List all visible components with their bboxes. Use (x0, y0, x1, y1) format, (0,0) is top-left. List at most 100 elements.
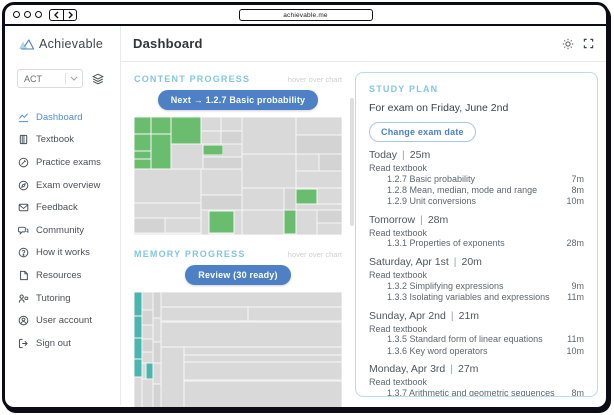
user-circle-icon (18, 315, 29, 326)
study-day-title: Saturday, Apr 1st|20m (369, 257, 584, 268)
study-day-title: Today|25m (369, 150, 584, 161)
task-duration: 10m (566, 197, 584, 207)
layers-icon[interactable] (92, 73, 104, 85)
divider (65, 73, 66, 84)
treemap-cell (184, 355, 342, 362)
url-bar[interactable]: achievable.me (239, 9, 373, 21)
task-item[interactable]: 1.3.2 Simplifying expressions9m (369, 282, 584, 292)
sidebar-item-how-it-works[interactable]: How it works (5, 242, 120, 265)
task-duration: 8m (571, 186, 584, 196)
scrollbar-thumb[interactable] (350, 98, 354, 226)
sidebar: Achievable ACT Dashboard (5, 26, 121, 405)
treemap-cell (203, 145, 224, 154)
study-day: Tomorrow|28mRead textbook1.3.1 Propertie… (369, 215, 584, 249)
treemap-cell (161, 347, 184, 410)
treemap-cell (284, 188, 296, 210)
task-item[interactable]: 1.3.3 Isolating variables and expression… (369, 293, 584, 303)
task-label: 1.2.7 Basic probability (387, 175, 475, 185)
treemap-cell (296, 210, 317, 235)
task-item[interactable]: 1.2.7 Basic probability7m (369, 175, 584, 185)
window-control-dot[interactable] (35, 11, 42, 18)
treemap-cell (134, 316, 142, 338)
task-item[interactable]: 1.3.1 Properties of exponents28m (369, 239, 584, 249)
window-control-dot[interactable] (13, 11, 20, 18)
day-total-duration: 20m (462, 256, 482, 268)
sidebar-item-community[interactable]: Community (5, 219, 120, 242)
app: Achievable ACT Dashboard (5, 26, 606, 405)
sidebar-item-user-account[interactable]: User account (5, 309, 120, 332)
theme-toggle-icon[interactable] (562, 38, 574, 50)
book-icon (18, 134, 29, 145)
task-item[interactable]: 1.2.8 Mean, median, mode and range 8m (369, 186, 584, 196)
sidebar-item-dashboard[interactable]: Dashboard (5, 106, 120, 129)
study-plan-title: STUDY PLAN (369, 84, 584, 94)
treemap-cell (171, 144, 202, 169)
back-button[interactable] (50, 10, 63, 20)
content-progress-title: CONTENT PROGRESS (134, 74, 250, 84)
treemap-cell (134, 169, 201, 203)
task-label: 1.2.8 Mean, median, mode and range (387, 186, 537, 196)
task-label: 1.2.9 Unit conversions (387, 197, 476, 207)
sidebar-item-label: Dashboard (36, 112, 82, 123)
sidebar-item-textbook[interactable]: Textbook (5, 129, 120, 152)
next-lesson-button[interactable]: Next → 1.2.7 Basic probability (158, 90, 319, 110)
task-label: 1.3.7 Arithmetic and geometric sequences (387, 389, 555, 397)
treemap-cell (134, 151, 151, 159)
treemap-cell (134, 203, 201, 218)
task-item[interactable]: 1.3.6 Key word operators10m (369, 347, 584, 357)
sidebar-item-tutoring[interactable]: Tutoring (5, 287, 120, 310)
task-item[interactable]: 1.3.5 Standard form of linear equations1… (369, 335, 584, 345)
sidebar-item-label: Feedback (36, 202, 78, 213)
treemap-cell (142, 339, 152, 352)
treemap-cell (296, 154, 319, 172)
content-progress-treemap[interactable] (134, 117, 342, 235)
treemap-cell (184, 381, 342, 411)
course-select-value: ACT (24, 74, 42, 84)
study-day: Sunday, Apr 2nd|21mRead textbook1.3.5 St… (369, 311, 584, 357)
sidebar-item-exam-overview[interactable]: Exam overview (5, 174, 120, 197)
treemap-cell (142, 310, 152, 325)
study-day: Saturday, Apr 1st|20m Read textbook 1.3.2 … (369, 257, 584, 303)
content-progress-header: CONTENT PROGRESS hover over chart (134, 74, 342, 84)
treemap-cell (134, 134, 151, 152)
task-group-label: Read textbook (369, 324, 584, 334)
day-name: Monday, Apr 3rd (369, 363, 445, 375)
treemap-cell (242, 154, 296, 188)
treemap-cell (248, 307, 342, 321)
treemap-cell (234, 210, 242, 235)
sidebar-item-feedback[interactable]: Feedback (5, 196, 120, 219)
treemap-cell (184, 347, 342, 354)
day-name: Today (369, 149, 397, 161)
next-button-row: Next → 1.2.7 Basic probability (134, 90, 342, 110)
review-button[interactable]: Review (30 ready) (185, 265, 290, 285)
sidebar-item-practice-exams[interactable]: Practice exams (5, 151, 120, 174)
chat-bubbles-icon (18, 225, 29, 236)
memory-progress-treemap[interactable] (134, 292, 342, 410)
logo[interactable]: Achievable (5, 26, 120, 62)
treemap-cell (153, 292, 161, 318)
day-total-duration: 27m (458, 363, 478, 375)
logo-text: Achievable (39, 37, 103, 51)
course-select[interactable]: ACT (17, 69, 83, 88)
day-separator: | (420, 214, 423, 226)
sidebar-item-resources[interactable]: Resources (5, 264, 120, 287)
task-group-label: Read textbook (369, 270, 584, 280)
exam-date-line: For exam on Friday, June 2nd (369, 102, 584, 114)
compass-icon (18, 180, 29, 191)
task-item[interactable]: 1.2.9 Unit conversions 10m (369, 197, 584, 207)
sidebar-item-sign-out[interactable]: Sign out (5, 332, 120, 355)
treemap-cell (134, 359, 142, 377)
header-icons (562, 38, 594, 50)
forward-button[interactable] (63, 10, 76, 20)
fullscreen-icon[interactable] (583, 38, 594, 49)
change-exam-date-button[interactable]: Change exam date (369, 122, 476, 142)
task-duration: 11m (567, 335, 584, 345)
window-control-dot[interactable] (24, 11, 31, 18)
dashboard-body: CONTENT PROGRESS hover over chart Next →… (121, 62, 606, 405)
task-item[interactable]: 1.3.7 Arithmetic and geometric sequences… (369, 389, 584, 397)
treemap-cell (319, 154, 342, 172)
sidebar-item-label: Textbook (36, 134, 74, 145)
treemap-cell (296, 117, 342, 135)
day-total-duration: 25m (410, 149, 430, 161)
task-group-label: Read textbook (369, 228, 584, 238)
